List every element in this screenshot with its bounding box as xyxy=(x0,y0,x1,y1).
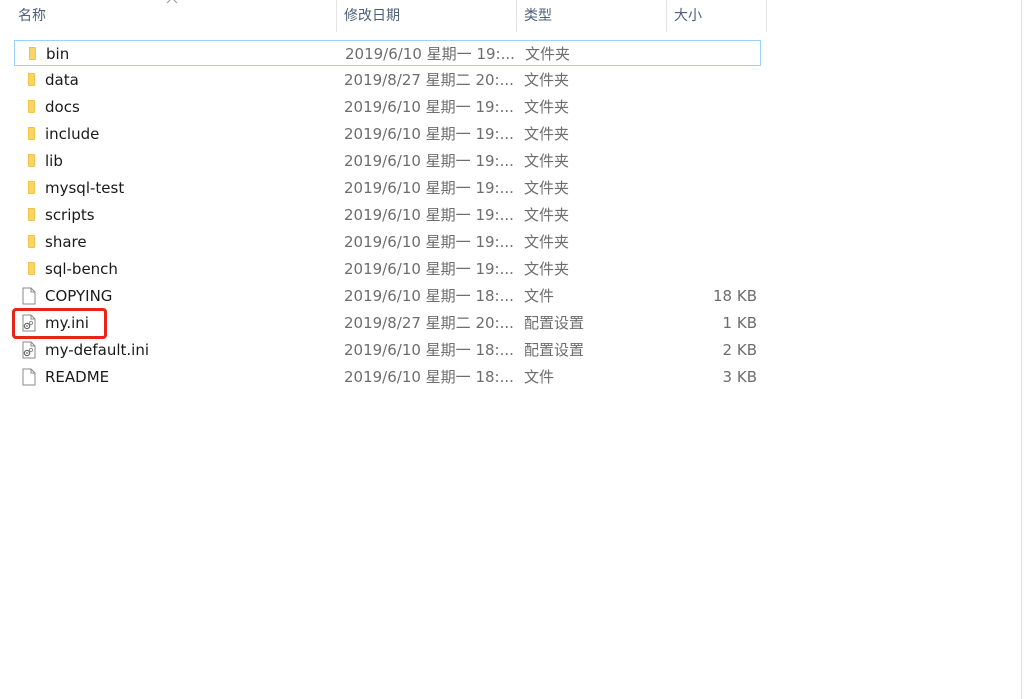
file-size: 18 KB xyxy=(713,287,757,305)
file-row[interactable]: my.ini 2019/8/27 星期二 20:... 配置设置 1 KB xyxy=(14,310,761,336)
file-modified-date: 2019/6/10 星期一 19:... xyxy=(344,206,514,224)
file-name: README xyxy=(45,368,110,386)
sort-ascending-icon xyxy=(166,0,178,4)
file-modified-date: 2019/6/10 星期一 19:... xyxy=(344,179,514,197)
folder-icon xyxy=(28,235,35,248)
file-type: 文件夹 xyxy=(524,233,570,251)
file-name: COPYING xyxy=(45,287,113,305)
folder-icon xyxy=(28,262,35,275)
file-type: 文件夹 xyxy=(524,260,570,278)
config-file-icon xyxy=(22,341,36,359)
file-modified-date: 2019/8/27 星期二 20:... xyxy=(344,71,514,89)
window-edge xyxy=(1021,0,1022,699)
file-type: 文件夹 xyxy=(524,71,570,89)
file-name: scripts xyxy=(45,206,95,224)
folder-icon xyxy=(28,181,35,194)
column-divider[interactable] xyxy=(766,0,767,32)
file-row[interactable]: README 2019/6/10 星期一 18:... 文件 3 KB xyxy=(14,364,761,390)
file-modified-date: 2019/6/10 星期一 19:... xyxy=(344,233,514,251)
file-type: 文件夹 xyxy=(524,179,570,197)
column-header-date[interactable]: 修改日期 xyxy=(344,0,400,32)
file-row[interactable]: share 2019/6/10 星期一 19:... 文件夹 xyxy=(14,229,761,255)
column-divider[interactable] xyxy=(666,0,667,32)
folder-icon xyxy=(28,100,35,113)
file-name: include xyxy=(45,125,100,143)
file-row[interactable]: mysql-test 2019/6/10 星期一 19:... 文件夹 xyxy=(14,175,761,201)
column-header-bar: 名称 修改日期 类型 大小 xyxy=(0,0,767,32)
annotation-highlight-box xyxy=(12,308,107,339)
file-row[interactable]: my-default.ini 2019/6/10 星期一 18:... 配置设置 2 … xyxy=(14,337,761,363)
file-modified-date: 2019/6/10 星期一 19:... xyxy=(344,98,514,116)
file-type: 文件 xyxy=(524,287,555,305)
file-type: 文件 xyxy=(524,368,555,386)
file-type: 文件夹 xyxy=(525,45,571,63)
file-row[interactable]: data 2019/8/27 星期二 20:... 文件夹 xyxy=(14,67,761,93)
file-row[interactable]: bin 2019/6/10 星期一 19:... 文件夹 xyxy=(14,40,761,66)
file-size: 3 KB xyxy=(722,368,757,386)
file-modified-date: 2019/6/10 星期一 18:... xyxy=(344,341,514,359)
column-header-type[interactable]: 类型 xyxy=(524,0,552,32)
file-row[interactable]: scripts 2019/6/10 星期一 19:... 文件夹 xyxy=(14,202,761,228)
file-row[interactable]: COPYING 2019/6/10 星期一 18:... 文件 18 KB xyxy=(14,283,761,309)
file-name: mysql-test xyxy=(45,179,125,197)
file-name: my-default.ini xyxy=(45,341,150,359)
file-name: sql-bench xyxy=(45,260,118,278)
file-type: 文件夹 xyxy=(524,152,570,170)
file-name: share xyxy=(45,233,87,251)
folder-icon xyxy=(28,154,35,167)
file-type: 文件夹 xyxy=(524,125,570,143)
folder-icon xyxy=(29,47,36,60)
column-divider[interactable] xyxy=(336,0,337,32)
file-name: docs xyxy=(45,98,80,116)
file-row[interactable]: lib 2019/6/10 星期一 19:... 文件夹 xyxy=(14,148,761,174)
column-divider[interactable] xyxy=(516,0,517,32)
file-modified-date: 2019/6/10 星期一 19:... xyxy=(345,45,515,63)
folder-icon xyxy=(28,73,35,86)
file-size: 2 KB xyxy=(722,341,757,359)
file-row[interactable]: include 2019/6/10 星期一 19:... 文件夹 xyxy=(14,121,761,147)
file-type: 配置设置 xyxy=(524,314,585,332)
file-row[interactable]: docs 2019/6/10 星期一 19:... 文件夹 xyxy=(14,94,761,120)
file-icon xyxy=(22,287,36,305)
file-modified-date: 2019/6/10 星期一 18:... xyxy=(344,368,514,386)
file-name: bin xyxy=(46,45,70,63)
file-type: 文件夹 xyxy=(524,98,570,116)
file-name: data xyxy=(45,71,79,89)
column-header-name[interactable]: 名称 xyxy=(18,0,46,32)
file-modified-date: 2019/6/10 星期一 18:... xyxy=(344,287,514,305)
file-modified-date: 2019/6/10 星期一 19:... xyxy=(344,152,514,170)
column-header-size[interactable]: 大小 xyxy=(674,0,702,32)
file-icon xyxy=(22,368,36,386)
folder-icon xyxy=(28,127,35,140)
file-row[interactable]: sql-bench 2019/6/10 星期一 19:... 文件夹 xyxy=(14,256,761,282)
folder-icon xyxy=(28,208,35,221)
file-modified-date: 2019/8/27 星期二 20:... xyxy=(344,314,514,332)
file-modified-date: 2019/6/10 星期一 19:... xyxy=(344,125,514,143)
file-modified-date: 2019/6/10 星期一 19:... xyxy=(344,260,514,278)
file-size: 1 KB xyxy=(722,314,757,332)
file-type: 文件夹 xyxy=(524,206,570,224)
file-name: lib xyxy=(45,152,63,170)
file-type: 配置设置 xyxy=(524,341,585,359)
